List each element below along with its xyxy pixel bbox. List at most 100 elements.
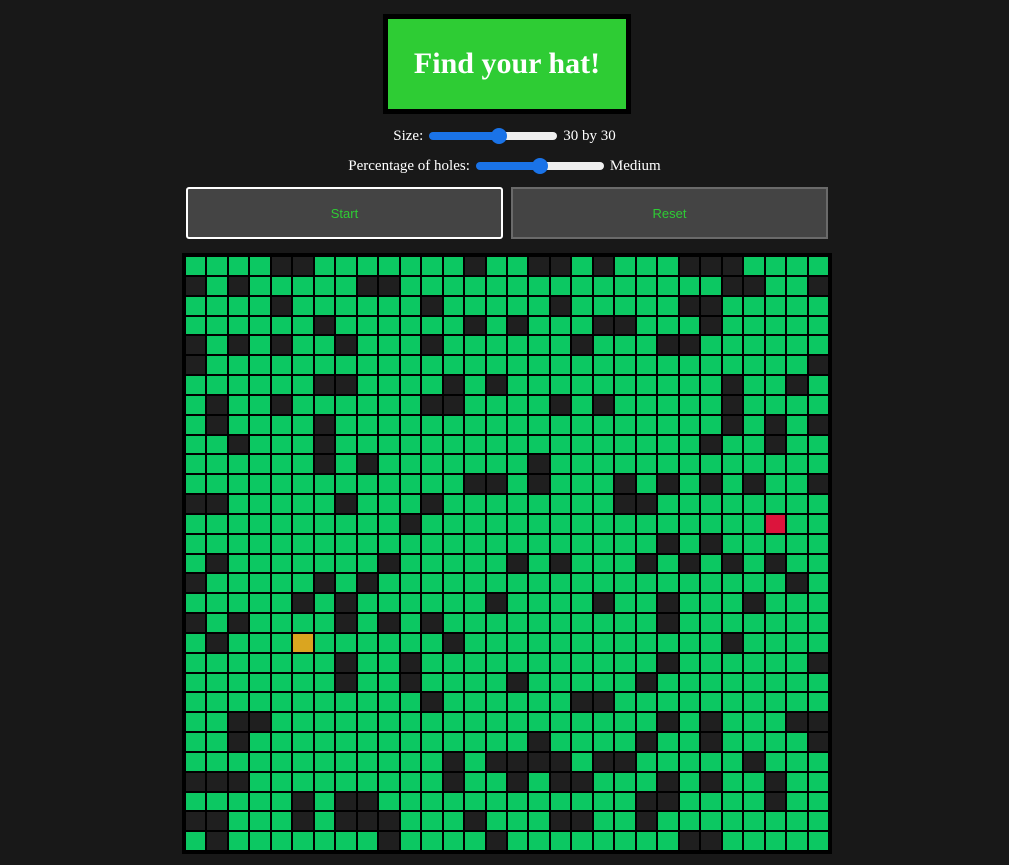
field-cell[interactable] — [486, 534, 506, 553]
field-cell[interactable] — [679, 415, 700, 434]
field-cell[interactable] — [379, 733, 399, 751]
field-cell[interactable] — [357, 752, 378, 771]
field-cell[interactable] — [250, 415, 270, 434]
hole-cell[interactable] — [701, 257, 721, 275]
field-cell[interactable] — [787, 792, 807, 811]
field-cell[interactable] — [787, 614, 807, 632]
hole-cell[interactable] — [722, 395, 743, 414]
field-cell[interactable] — [250, 653, 270, 672]
field-cell[interactable] — [207, 534, 227, 553]
field-cell[interactable] — [722, 752, 743, 771]
field-cell[interactable] — [508, 514, 528, 533]
field-cell[interactable] — [186, 455, 206, 474]
field-cell[interactable] — [787, 336, 807, 355]
field-cell[interactable] — [593, 356, 614, 374]
field-cell[interactable] — [508, 633, 528, 652]
field-cell[interactable] — [250, 772, 270, 791]
field-cell[interactable] — [207, 475, 227, 493]
field-cell[interactable] — [207, 316, 227, 335]
field-cell[interactable] — [529, 296, 549, 315]
field-cell[interactable] — [486, 395, 506, 414]
field-cell[interactable] — [357, 693, 378, 712]
field-cell[interactable] — [765, 594, 786, 612]
field-cell[interactable] — [572, 257, 592, 275]
hat-cell[interactable] — [293, 633, 313, 652]
field-cell[interactable] — [250, 395, 270, 414]
field-cell[interactable] — [228, 812, 249, 831]
field-cell[interactable] — [572, 653, 592, 672]
field-cell[interactable] — [357, 633, 378, 652]
field-cell[interactable] — [357, 495, 378, 513]
field-cell[interactable] — [186, 257, 206, 275]
hole-cell[interactable] — [336, 376, 356, 394]
hole-cell[interactable] — [550, 296, 571, 315]
field-cell[interactable] — [593, 832, 614, 850]
field-cell[interactable] — [765, 395, 786, 414]
field-cell[interactable] — [465, 554, 485, 573]
field-cell[interactable] — [207, 514, 227, 533]
field-cell[interactable] — [808, 376, 828, 394]
hole-cell[interactable] — [808, 415, 828, 434]
hole-cell[interactable] — [186, 812, 206, 831]
field-cell[interactable] — [636, 455, 657, 474]
hole-cell[interactable] — [679, 257, 700, 275]
field-cell[interactable] — [228, 633, 249, 652]
field-cell[interactable] — [250, 336, 270, 355]
field-cell[interactable] — [550, 356, 571, 374]
field-cell[interactable] — [636, 752, 657, 771]
field-cell[interactable] — [529, 812, 549, 831]
hole-cell[interactable] — [486, 832, 506, 850]
field-cell[interactable] — [400, 276, 421, 295]
field-cell[interactable] — [765, 376, 786, 394]
field-cell[interactable] — [593, 792, 614, 811]
field-cell[interactable] — [679, 594, 700, 612]
field-cell[interactable] — [186, 713, 206, 731]
field-cell[interactable] — [228, 316, 249, 335]
field-cell[interactable] — [765, 574, 786, 593]
field-cell[interactable] — [808, 257, 828, 275]
field-cell[interactable] — [722, 653, 743, 672]
field-cell[interactable] — [443, 514, 464, 533]
field-cell[interactable] — [271, 653, 292, 672]
hole-cell[interactable] — [508, 752, 528, 771]
hole-cell[interactable] — [550, 395, 571, 414]
hole-cell[interactable] — [508, 673, 528, 692]
field-cell[interactable] — [271, 673, 292, 692]
hole-cell[interactable] — [465, 475, 485, 493]
field-cell[interactable] — [250, 534, 270, 553]
field-cell[interactable] — [744, 356, 764, 374]
field-cell[interactable] — [508, 713, 528, 731]
field-cell[interactable] — [443, 415, 464, 434]
field-cell[interactable] — [443, 614, 464, 632]
field-cell[interactable] — [186, 594, 206, 612]
field-cell[interactable] — [658, 395, 678, 414]
field-cell[interactable] — [744, 435, 764, 454]
field-cell[interactable] — [572, 534, 592, 553]
hole-cell[interactable] — [271, 296, 292, 315]
field-cell[interactable] — [228, 693, 249, 712]
field-cell[interactable] — [422, 594, 442, 612]
field-cell[interactable] — [250, 752, 270, 771]
field-cell[interactable] — [443, 812, 464, 831]
field-cell[interactable] — [615, 792, 635, 811]
field-cell[interactable] — [336, 534, 356, 553]
hole-cell[interactable] — [593, 693, 614, 712]
hole-cell[interactable] — [357, 574, 378, 593]
field-cell[interactable] — [658, 673, 678, 692]
field-cell[interactable] — [443, 475, 464, 493]
field-cell[interactable] — [336, 752, 356, 771]
field-cell[interactable] — [787, 316, 807, 335]
field-cell[interactable] — [658, 257, 678, 275]
field-cell[interactable] — [422, 832, 442, 850]
hole-cell[interactable] — [508, 772, 528, 791]
field-cell[interactable] — [465, 653, 485, 672]
field-cell[interactable] — [636, 653, 657, 672]
field-cell[interactable] — [357, 653, 378, 672]
field-cell[interactable] — [529, 673, 549, 692]
hole-cell[interactable] — [207, 554, 227, 573]
field-cell[interactable] — [679, 395, 700, 414]
hole-cell[interactable] — [722, 633, 743, 652]
field-cell[interactable] — [400, 594, 421, 612]
field-cell[interactable] — [508, 594, 528, 612]
field-cell[interactable] — [615, 534, 635, 553]
